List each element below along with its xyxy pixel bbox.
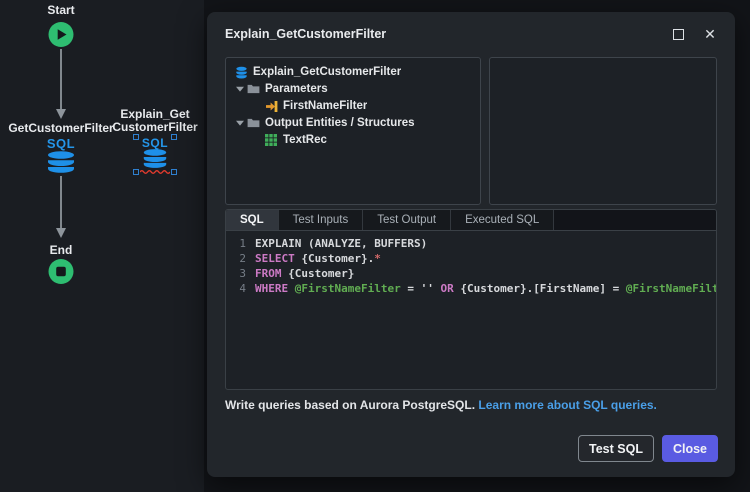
structure-icon bbox=[264, 134, 278, 146]
tree-item-textrec[interactable]: TextRec bbox=[230, 132, 476, 148]
close-icon[interactable]: ✕ bbox=[701, 25, 719, 43]
tab-executed-sql[interactable]: Executed SQL bbox=[451, 210, 555, 230]
selection-handle-icon[interactable] bbox=[133, 169, 139, 175]
line-number: 4 bbox=[239, 282, 246, 295]
code-line[interactable]: 1 EXPLAIN (ANALYZE, BUFFERS) bbox=[226, 236, 716, 251]
sql-code[interactable]: 1 EXPLAIN (ANALYZE, BUFFERS) 2 SELECT {Cust… bbox=[226, 231, 716, 296]
tree-item-label: Parameters bbox=[265, 83, 328, 95]
tree-item-label: Explain_GetCustomerFilter bbox=[253, 66, 402, 78]
folder-icon bbox=[246, 118, 260, 128]
input-parameter-icon bbox=[264, 100, 278, 113]
tree-item-output-entities[interactable]: Output Entities / Structures bbox=[230, 115, 476, 131]
selection-handle-icon[interactable] bbox=[133, 134, 139, 140]
error-squiggle-icon bbox=[140, 170, 170, 174]
explain-node-icon-selected[interactable]: SQL bbox=[133, 134, 177, 175]
tab-test-output[interactable]: Test Output bbox=[363, 210, 452, 230]
dialog-title: Explain_GetCustomerFilter bbox=[225, 27, 387, 41]
tree-item-label: TextRec bbox=[283, 134, 327, 146]
tab-sql[interactable]: SQL bbox=[226, 210, 279, 230]
learn-more-link[interactable]: Learn more about SQL queries. bbox=[478, 398, 657, 412]
tree-item-firstnamefilter[interactable]: FirstNameFilter bbox=[230, 98, 476, 114]
sql-database-icon bbox=[234, 66, 248, 79]
chevron-down-icon[interactable] bbox=[234, 120, 246, 126]
explain-node-label-line2: CustomerFilter bbox=[112, 120, 198, 134]
tree-item-label: Output Entities / Structures bbox=[265, 117, 415, 129]
preview-panel bbox=[489, 57, 717, 205]
sql-editor: SQL Test Inputs Test Output Executed SQL… bbox=[225, 209, 717, 390]
maximize-icon[interactable] bbox=[669, 25, 687, 43]
start-node-icon[interactable] bbox=[48, 21, 75, 53]
tree-item-root[interactable]: Explain_GetCustomerFilter bbox=[230, 64, 476, 80]
tree-item-parameters[interactable]: Parameters bbox=[230, 81, 476, 97]
close-button[interactable]: Close bbox=[662, 435, 718, 462]
start-node-label: Start bbox=[47, 3, 75, 17]
getcustomerfilter-node-label[interactable]: GetCustomerFilter bbox=[8, 122, 113, 135]
end-node-label: End bbox=[49, 243, 73, 257]
footer-text: Write queries based on Aurora PostgreSQL… bbox=[225, 398, 476, 412]
line-number: 1 bbox=[239, 237, 246, 250]
sql-node-tree-panel: Explain_GetCustomerFilter Parameters Fir… bbox=[225, 57, 481, 205]
test-sql-button[interactable]: Test SQL bbox=[578, 435, 654, 462]
editor-footer-note: Write queries based on Aurora PostgreSQL… bbox=[225, 398, 657, 412]
selection-handle-icon[interactable] bbox=[171, 169, 177, 175]
tab-test-inputs[interactable]: Test Inputs bbox=[278, 210, 364, 230]
getcustomerfilter-sql-badge: SQL bbox=[46, 136, 76, 151]
code-line[interactable]: 4 WHERE @FirstNameFilter = '' OR {Custome… bbox=[226, 281, 716, 296]
code-line[interactable]: 3 FROM {Customer} bbox=[226, 266, 716, 281]
explain-node-label[interactable]: Explain_Get CustomerFilter bbox=[112, 108, 197, 134]
editor-tabbar: SQL Test Inputs Test Output Executed SQL bbox=[226, 210, 716, 231]
sql-query-dialog: Explain_GetCustomerFilter ✕ Explain_GetC… bbox=[207, 12, 735, 477]
app-window: Start GetCustomerFilter SQL Explain_Get … bbox=[0, 0, 750, 492]
selection-handle-icon[interactable] bbox=[171, 134, 177, 140]
tree-item-label: FirstNameFilter bbox=[283, 100, 368, 112]
end-node-icon[interactable] bbox=[48, 258, 75, 290]
chevron-down-icon[interactable] bbox=[234, 86, 246, 92]
line-number: 2 bbox=[239, 252, 246, 265]
line-number: 3 bbox=[239, 267, 246, 280]
dialog-titlebar[interactable]: Explain_GetCustomerFilter ✕ bbox=[207, 12, 735, 54]
getcustomerfilter-sql-icon[interactable] bbox=[46, 151, 76, 178]
code-line[interactable]: 2 SELECT {Customer}.* bbox=[226, 251, 716, 266]
folder-icon bbox=[246, 84, 260, 94]
flow-connectors bbox=[56, 49, 66, 238]
flow-canvas[interactable]: Start GetCustomerFilter SQL Explain_Get … bbox=[0, 0, 204, 492]
